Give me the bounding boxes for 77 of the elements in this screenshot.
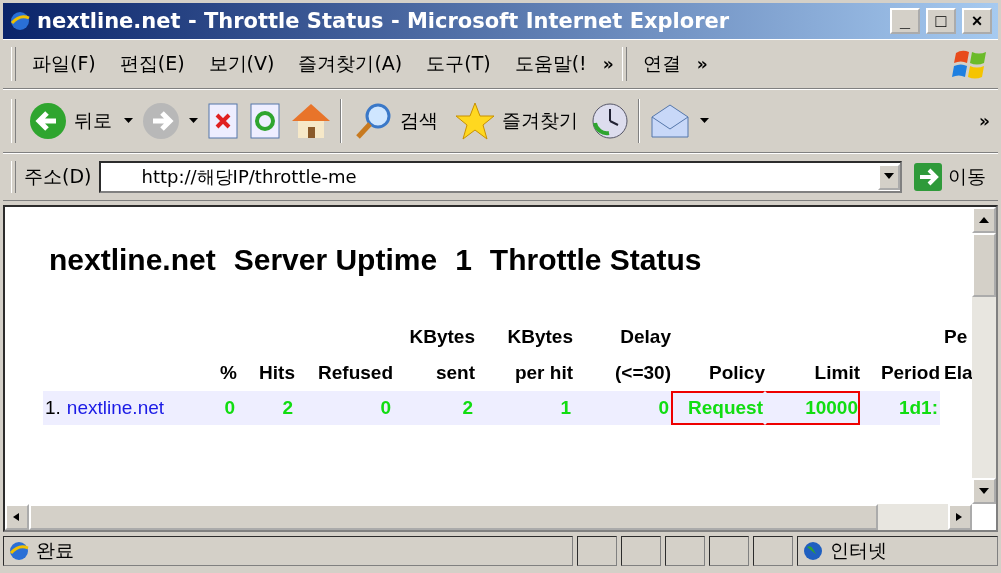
chevron-button[interactable]: »	[602, 54, 614, 74]
column-header: Pe	[943, 325, 969, 349]
table-cell: 0	[210, 391, 237, 425]
address-field[interactable]: http://해당IP/throttle-me	[99, 161, 902, 193]
window-title: nextline.net - Throttle Status - Microsoft Internet Explorer	[37, 9, 731, 33]
favorites-button[interactable]: 즐겨찾기	[450, 99, 582, 143]
up-arrow-icon	[979, 216, 989, 224]
page-heading: nextline.net	[49, 243, 216, 277]
refresh-icon[interactable]	[248, 102, 282, 140]
chevron-button[interactable]: »	[696, 54, 708, 74]
column-header: Delay	[619, 325, 671, 349]
menu-item[interactable]: 파일(F)	[24, 51, 104, 77]
minimize-button[interactable]: _	[890, 8, 920, 34]
table-cell: 1d1:	[860, 391, 940, 425]
menu-item[interactable]: 보기(V)	[200, 51, 283, 77]
column-header: Ela	[943, 361, 972, 385]
page-icon	[8, 540, 30, 562]
search-button[interactable]: 검색	[350, 99, 442, 143]
column-header: %	[219, 361, 237, 385]
scroll-thumb[interactable]	[972, 233, 996, 297]
address-label: 주소(D)	[24, 164, 92, 189]
table-cell: 1	[475, 391, 573, 425]
host-link[interactable]: nextline.net	[66, 393, 165, 423]
history-icon[interactable]	[590, 101, 630, 141]
column-header: KBytes	[506, 325, 573, 349]
page-heading: 1	[455, 243, 472, 277]
column-header: Period	[879, 361, 940, 385]
status-pane	[621, 536, 661, 566]
scroll-right-button[interactable]	[948, 504, 972, 530]
table-cell: 0	[573, 391, 671, 425]
maximize-button[interactable]: □	[926, 8, 956, 34]
table-cell: 10000	[765, 391, 860, 425]
star-icon	[454, 101, 496, 141]
status-pane	[753, 536, 793, 566]
chevron-button[interactable]: »	[979, 111, 990, 131]
caret-icon	[700, 118, 709, 124]
scroll-down-button[interactable]	[972, 478, 996, 504]
column-header: Refused	[317, 361, 393, 385]
close-button[interactable]: ×	[962, 8, 992, 34]
table-cell: Request	[671, 391, 765, 425]
globe-icon	[802, 540, 824, 562]
column-header: per hit	[513, 361, 573, 385]
scroll-up-button[interactable]	[972, 207, 996, 233]
zone-text: 인터넷	[830, 538, 887, 563]
scroll-left-button[interactable]	[5, 504, 29, 530]
go-button[interactable]: 이동	[910, 161, 990, 193]
home-icon[interactable]	[290, 101, 332, 141]
table-cell: 0	[295, 391, 393, 425]
row-number: 1.	[45, 396, 61, 420]
menu-item[interactable]: 편집(E)	[111, 51, 193, 77]
column-header: KBytes	[408, 325, 475, 349]
table-cell: 2	[237, 391, 295, 425]
page-heading: Throttle Status	[489, 243, 702, 277]
table-cell: 2	[393, 391, 475, 425]
menu-item[interactable]: 도움말(!	[506, 51, 595, 77]
left-arrow-icon	[12, 513, 22, 521]
caret-icon	[189, 118, 198, 124]
scroll-thumb[interactable]	[29, 504, 878, 530]
column-header: Policy	[708, 361, 765, 385]
column-header: Limit	[813, 361, 860, 385]
ie-logo-icon	[9, 10, 31, 32]
menu-item[interactable]: 즐겨찾기(A)	[290, 51, 411, 77]
caret-icon	[124, 118, 133, 124]
status-pane	[577, 536, 617, 566]
column-header: (<=30)	[614, 361, 671, 385]
menu-item[interactable]: 도구(T)	[418, 51, 499, 77]
page-heading: Server Uptime	[233, 243, 438, 277]
down-arrow-icon	[979, 487, 989, 495]
dropdown-arrow-icon	[884, 173, 894, 181]
status-pane	[709, 536, 749, 566]
status-text: 완료	[36, 538, 74, 563]
back-button[interactable]: 뒤로	[24, 99, 116, 143]
status-pane	[665, 536, 705, 566]
stop-icon[interactable]	[206, 102, 240, 140]
column-header: Hits	[258, 361, 295, 385]
links-button[interactable]: 연결	[634, 51, 689, 77]
column-header: sent	[434, 361, 475, 385]
